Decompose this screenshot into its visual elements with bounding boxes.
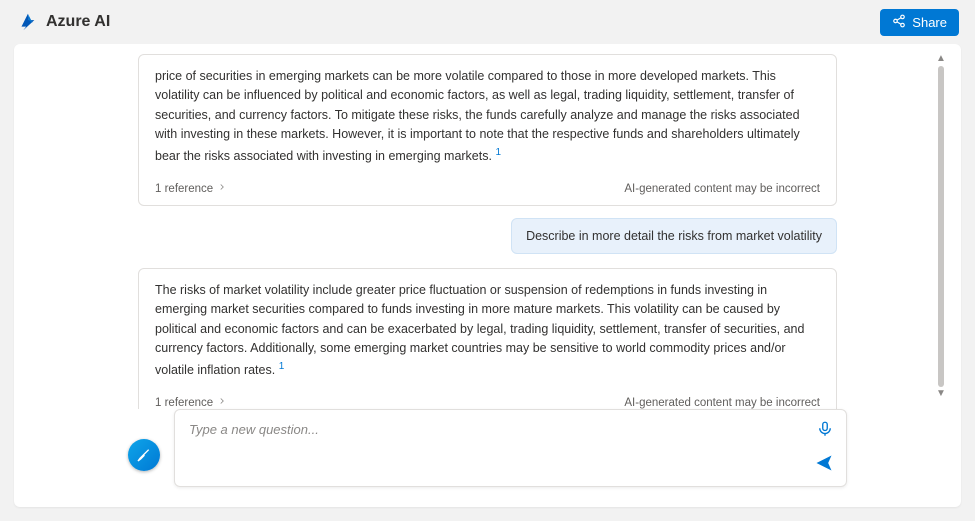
reference-toggle[interactable]: 1 reference (155, 396, 227, 409)
chat-panel: price of securities in emerging markets … (14, 44, 961, 507)
ai-message-footer: 1 reference AI-generated content may be … (155, 182, 820, 195)
input-area (14, 409, 961, 507)
share-label: Share (912, 15, 947, 30)
scroll-up-icon[interactable]: ▲ (936, 54, 946, 64)
share-icon (892, 14, 906, 31)
ai-message: price of securities in emerging markets … (138, 54, 837, 206)
ai-message-footer: 1 reference AI-generated content may be … (155, 396, 820, 409)
scroll-thumb[interactable] (938, 66, 944, 387)
chevron-right-icon (217, 396, 227, 409)
reference-label: 1 reference (155, 183, 213, 195)
citation-marker[interactable]: 1 (279, 361, 285, 372)
citation-marker[interactable]: 1 (495, 147, 501, 158)
clear-chat-button[interactable] (128, 439, 160, 471)
ai-text-body: The risks of market volatility include g… (155, 283, 804, 377)
user-message: Describe in more detail the risks from m… (511, 218, 837, 254)
question-input-box (174, 409, 847, 487)
messages-area: price of securities in emerging markets … (14, 44, 961, 409)
app-title: Azure AI (46, 13, 110, 31)
app-header: Azure AI Share (0, 0, 975, 44)
send-button[interactable] (814, 453, 834, 476)
scroll-down-icon[interactable]: ▼ (936, 389, 946, 399)
header-left: Azure AI (16, 11, 110, 33)
ai-message: The risks of market volatility include g… (138, 268, 837, 409)
send-icon (814, 453, 834, 473)
reference-toggle[interactable]: 1 reference (155, 182, 227, 195)
question-input[interactable] (175, 410, 786, 449)
microphone-icon (816, 420, 834, 438)
chevron-right-icon (217, 182, 227, 195)
scrollbar[interactable]: ▲ ▼ (937, 54, 945, 399)
microphone-button[interactable] (816, 420, 834, 441)
ai-disclaimer: AI-generated content may be incorrect (624, 397, 820, 409)
ai-text-body: price of securities in emerging markets … (155, 69, 800, 163)
azure-logo-icon (16, 11, 38, 33)
ai-message-text: The risks of market volatility include g… (155, 281, 820, 380)
share-button[interactable]: Share (880, 9, 959, 36)
ai-disclaimer: AI-generated content may be incorrect (624, 183, 820, 195)
reference-label: 1 reference (155, 397, 213, 409)
ai-message-text: price of securities in emerging markets … (155, 67, 820, 166)
user-message-row: Describe in more detail the risks from m… (138, 218, 837, 254)
broom-icon (136, 447, 152, 463)
